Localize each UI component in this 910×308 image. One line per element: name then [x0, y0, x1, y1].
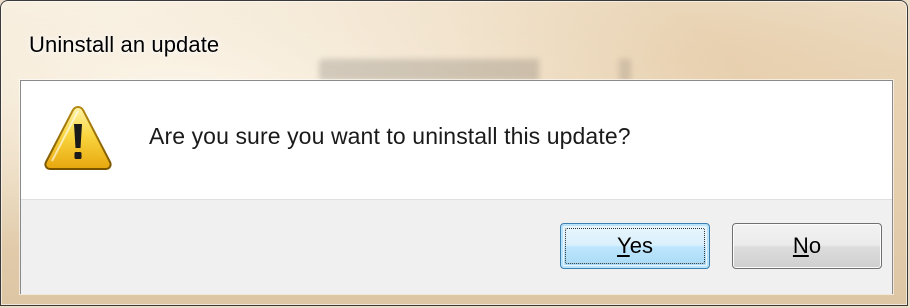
- background-glass-blur: [319, 59, 719, 81]
- dialog-window: Uninstall an update Are you sure you wan…: [0, 0, 908, 306]
- no-accelerator: N: [792, 233, 809, 258]
- yes-button[interactable]: Yes: [560, 223, 710, 269]
- dialog-message: Are you sure you want to uninstall this …: [149, 123, 631, 149]
- button-bar: Yes No: [21, 199, 892, 294]
- yes-label-rest: es: [629, 233, 653, 258]
- no-label-rest: o: [808, 233, 822, 258]
- no-button-label: No: [793, 233, 821, 259]
- no-button[interactable]: No: [732, 223, 882, 269]
- dialog-client-area: Are you sure you want to uninstall this …: [20, 80, 893, 294]
- warning-icon: [43, 104, 113, 172]
- yes-accelerator: Y: [617, 233, 630, 258]
- yes-button-label: Yes: [617, 233, 653, 259]
- dialog-title: Uninstall an update: [29, 32, 220, 57]
- message-panel: Are you sure you want to uninstall this …: [21, 81, 892, 199]
